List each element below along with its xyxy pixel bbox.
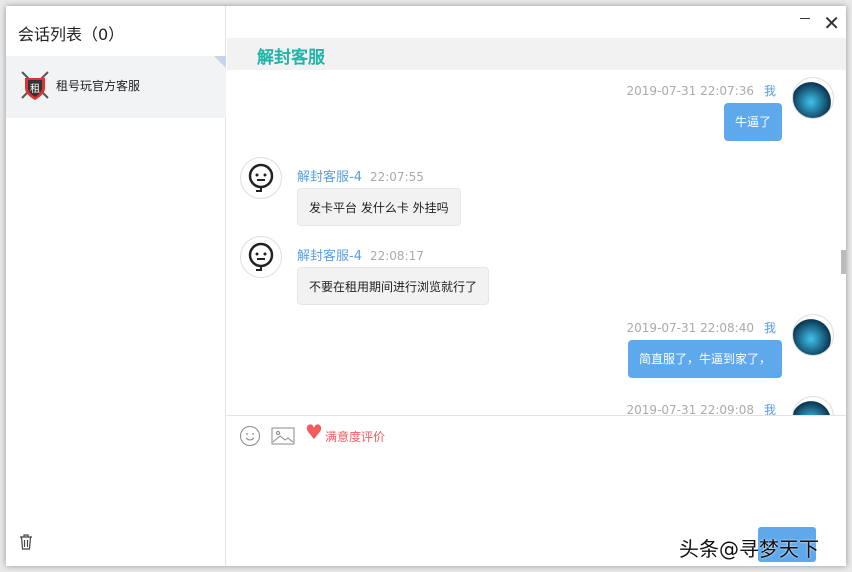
sender-name: 我 <box>763 403 776 415</box>
active-indicator <box>214 56 226 68</box>
message-time: 22:08:17 <box>369 249 424 263</box>
headset-face-icon <box>248 242 274 271</box>
user-avatar <box>792 314 834 356</box>
sender-name: 解封客服-4 <box>297 249 362 264</box>
rating-button[interactable]: ♥ 满意度评价 <box>305 420 385 444</box>
agent-avatar <box>240 236 282 278</box>
close-button[interactable]: ✕ <box>823 11 840 35</box>
watermark: 头条@寻梦天下 <box>679 537 819 561</box>
message-meta: 2019-07-31 22:09:08 我 <box>627 401 776 415</box>
input-toolbar: ♥ 满意度评价 <box>239 420 385 448</box>
conversation-item[interactable]: 租 租号玩官方客服 <box>6 56 226 118</box>
message-bubble: 发卡平台 发什么卡 外挂吗 <box>297 188 461 226</box>
trash-icon[interactable] <box>18 534 34 550</box>
message-list[interactable]: 2019-07-31 22:07:36 我 牛逼了 解封客服-4 22:07:55 … <box>227 70 846 415</box>
user-avatar <box>792 77 834 119</box>
message-time: 2019-07-31 22:09:08 <box>626 403 754 415</box>
scrollbar[interactable] <box>841 250 846 274</box>
chat-window: 会话列表（0） 租 租号玩官方客服 ✕ 解封客服 2019-07-31 22:0… <box>6 6 846 566</box>
emoji-icon[interactable] <box>239 425 261 447</box>
message-bubble: 不要在租用期间进行浏览就行了 <box>297 267 490 305</box>
message-time: 2019-07-31 22:07:36 <box>626 84 754 98</box>
headset-face-icon <box>248 163 274 192</box>
conversation-sidebar: 会话列表（0） 租 租号玩官方客服 <box>6 6 226 566</box>
rating-label: 满意度评价 <box>324 429 385 444</box>
sender-name: 我 <box>763 321 776 335</box>
heart-icon: ♥ <box>305 420 323 444</box>
chat-panel: ✕ 解封客服 2019-07-31 22:07:36 我 牛逼了 解封客服-4 22… <box>227 6 846 566</box>
message-meta: 解封客服-4 22:07:55 <box>297 166 424 185</box>
sidebar-title: 会话列表（0） <box>18 25 125 44</box>
message-bubble: 简直服了，牛逼到家了， <box>627 340 782 378</box>
agent-avatar <box>240 157 282 199</box>
user-avatar <box>792 396 834 415</box>
conversation-name: 租号玩官方客服 <box>56 79 141 93</box>
message-input-area[interactable]: ♥ 满意度评价 头条@寻梦天下 <box>227 415 846 566</box>
message-meta: 解封客服-4 22:08:17 <box>297 245 424 264</box>
chat-header: 解封客服 <box>227 38 846 70</box>
message-meta: 2019-07-31 22:07:36 我 <box>627 82 776 99</box>
image-icon[interactable] <box>271 426 295 446</box>
minimize-button[interactable] <box>800 18 810 19</box>
shield-logo-icon: 租 <box>21 71 49 100</box>
sender-name: 解封客服-4 <box>297 170 362 185</box>
message-bubble: 牛逼了 <box>723 103 782 141</box>
message-meta: 2019-07-31 22:08:40 我 <box>627 319 776 336</box>
message-time: 22:07:55 <box>369 170 424 184</box>
chat-title: 解封客服 <box>257 48 325 68</box>
message-time: 2019-07-31 22:08:40 <box>626 321 754 335</box>
svg-text:租: 租 <box>30 82 40 95</box>
sender-name: 我 <box>763 84 776 98</box>
